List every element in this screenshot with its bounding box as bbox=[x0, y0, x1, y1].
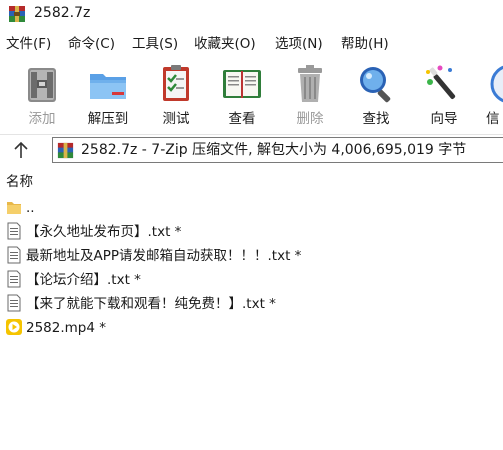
view-button[interactable]: 查看 bbox=[210, 60, 274, 130]
list-item-parent[interactable]: .. bbox=[0, 196, 503, 220]
text-file-icon bbox=[7, 222, 21, 240]
list-item[interactable]: 2582.mp4 * bbox=[0, 316, 503, 340]
test-button[interactable]: 测试 bbox=[144, 60, 208, 130]
add-archive-icon bbox=[28, 68, 56, 102]
file-name: 【来了就能下载和观看！纯免费！】.txt * bbox=[26, 296, 276, 312]
archive-path-icon bbox=[57, 142, 74, 159]
folder-up-icon bbox=[7, 202, 21, 214]
delete-button[interactable]: 删除 bbox=[278, 60, 342, 130]
wizard-button[interactable]: 向导 bbox=[412, 60, 476, 130]
delete-label: 删除 bbox=[296, 111, 324, 127]
info-label: 信 bbox=[486, 111, 500, 127]
list-item[interactable]: 【论坛介绍】.txt * bbox=[0, 268, 503, 292]
add-button[interactable]: 添加 bbox=[10, 60, 74, 130]
list-item[interactable]: 【来了就能下载和观看！纯免费！】.txt * bbox=[0, 292, 503, 316]
add-label: 添加 bbox=[28, 111, 56, 127]
wizard-label: 向导 bbox=[430, 111, 458, 127]
up-arrow-icon[interactable] bbox=[10, 139, 32, 161]
menu-favorites[interactable]: 收藏夹(O) bbox=[194, 35, 256, 53]
toolbar-divider bbox=[0, 134, 503, 135]
extract-folder-icon bbox=[90, 74, 126, 99]
text-file-icon bbox=[7, 246, 21, 264]
path-text: 2582.7z - 7-Zip 压缩文件, 解包大小为 4,006,695,01… bbox=[81, 142, 467, 158]
magic-wand-icon bbox=[426, 65, 456, 99]
menu-tools[interactable]: 工具(S) bbox=[132, 35, 178, 53]
video-file-icon bbox=[6, 319, 22, 335]
find-button[interactable]: 查找 bbox=[344, 60, 408, 130]
magnifier-icon bbox=[360, 67, 391, 103]
test-label: 测试 bbox=[162, 111, 190, 127]
menu-help[interactable]: 帮助(H) bbox=[341, 35, 389, 53]
column-header-name[interactable]: 名称 bbox=[6, 173, 33, 191]
file-name: .. bbox=[26, 200, 35, 216]
info-button[interactable]: 信 bbox=[478, 60, 503, 130]
trash-can-icon bbox=[298, 65, 322, 102]
list-item[interactable]: 最新地址及APP请发邮箱自动获取！！！.txt * bbox=[0, 244, 503, 268]
menu-options[interactable]: 选项(N) bbox=[275, 35, 323, 53]
text-file-icon bbox=[7, 270, 21, 288]
find-label: 查找 bbox=[362, 111, 390, 127]
info-icon bbox=[490, 65, 503, 103]
text-file-icon bbox=[7, 294, 21, 312]
menu-commands[interactable]: 命令(C) bbox=[68, 35, 115, 53]
test-clipboard-icon bbox=[163, 65, 189, 101]
extract-to-button[interactable]: 解压到 bbox=[76, 60, 140, 130]
view-label: 查看 bbox=[228, 111, 256, 127]
view-book-icon bbox=[223, 70, 261, 98]
path-bar: 2582.7z - 7-Zip 压缩文件, 解包大小为 4,006,695,01… bbox=[0, 137, 503, 163]
menu-bar: 文件(F) 命令(C) 工具(S) 收藏夹(O) 选项(N) 帮助(H) bbox=[0, 32, 503, 56]
title-bar: 2582.7z bbox=[0, 0, 503, 28]
window-title: 2582.7z bbox=[34, 5, 91, 21]
file-name: 【永久地址发布页】.txt * bbox=[26, 224, 182, 240]
file-name: 最新地址及APP请发邮箱自动获取！！！.txt * bbox=[26, 248, 302, 264]
extract-to-label: 解压到 bbox=[87, 111, 129, 127]
path-field[interactable]: 2582.7z - 7-Zip 压缩文件, 解包大小为 4,006,695,01… bbox=[52, 137, 503, 163]
toolbar: 添加 解压到 测试 查看 删除 查找 向导 信 bbox=[0, 56, 503, 132]
winrar-archive-icon bbox=[9, 6, 25, 22]
list-item[interactable]: 【永久地址发布页】.txt * bbox=[0, 220, 503, 244]
file-name: 2582.mp4 * bbox=[26, 320, 106, 336]
file-name: 【论坛介绍】.txt * bbox=[26, 272, 141, 288]
menu-file[interactable]: 文件(F) bbox=[6, 35, 51, 53]
